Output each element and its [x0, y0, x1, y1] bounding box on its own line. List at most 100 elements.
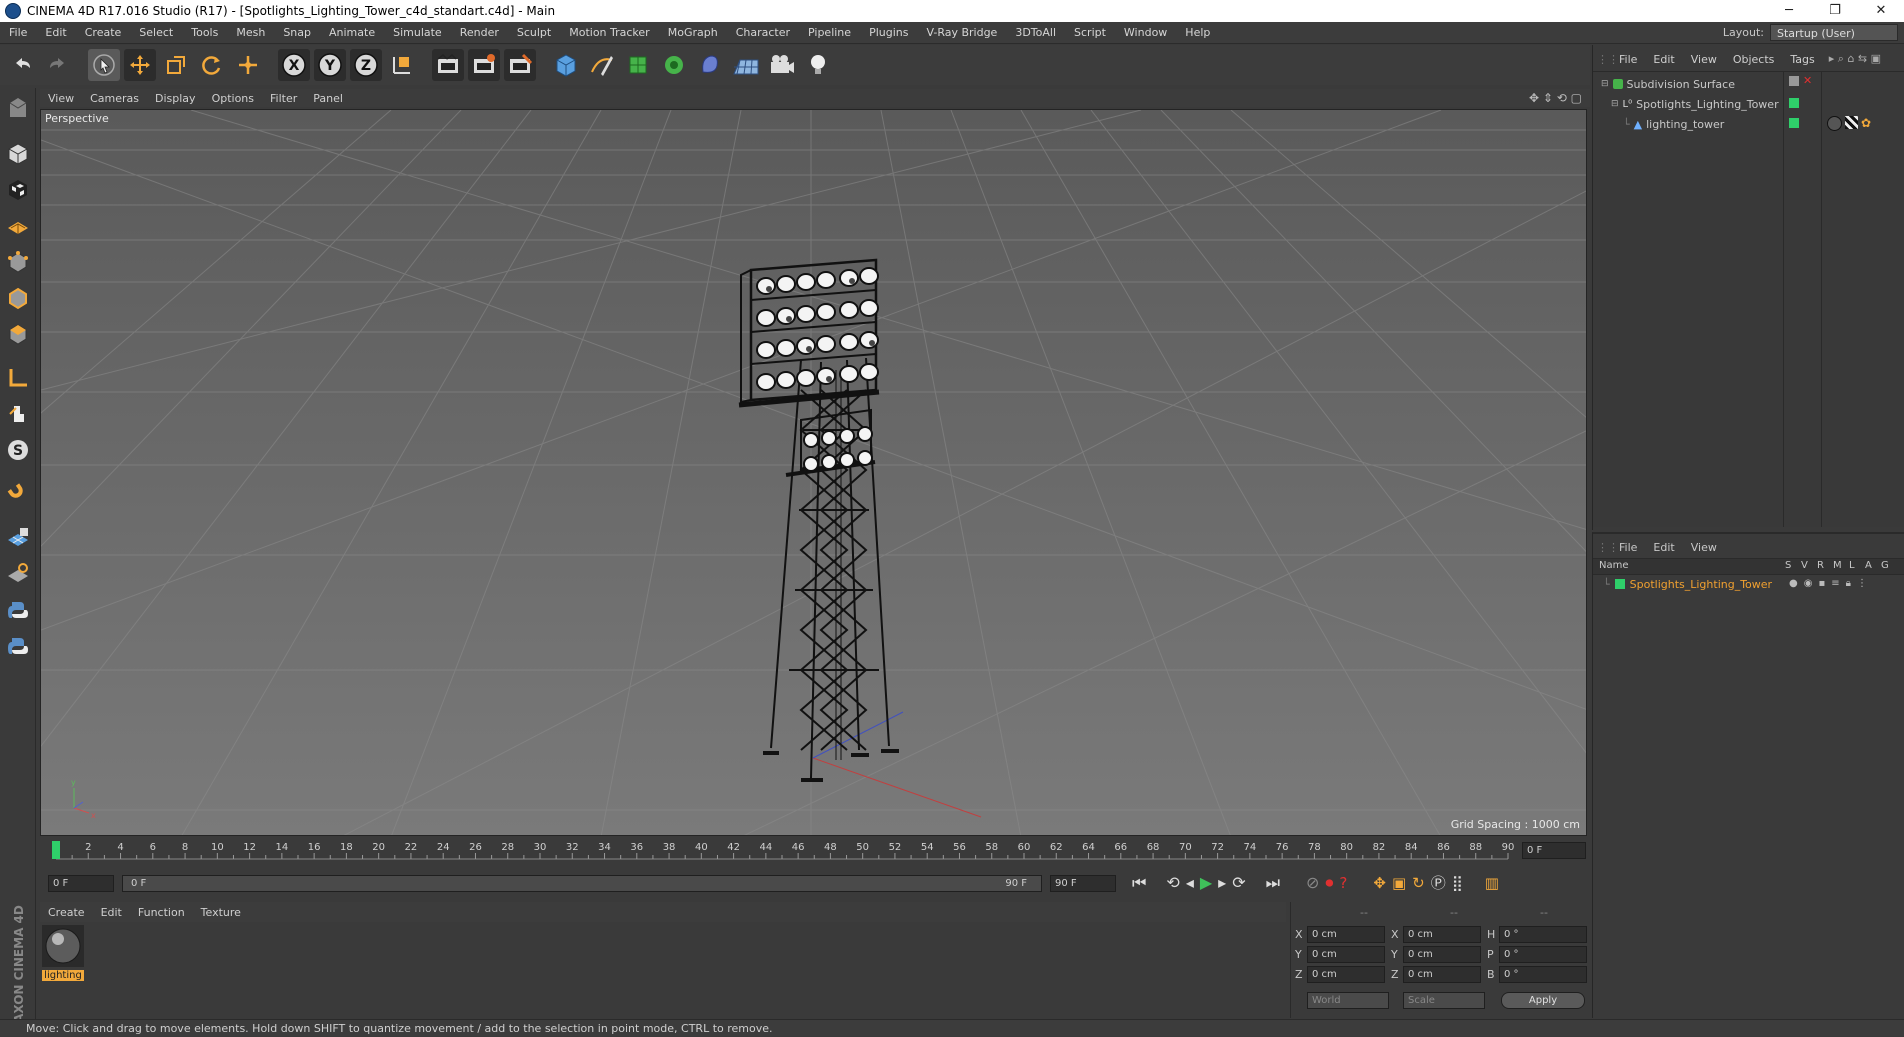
- transform-tool-icon[interactable]: [232, 49, 264, 81]
- undo-icon[interactable]: [6, 49, 38, 81]
- view-toggle-icon[interactable]: ◉: [1804, 578, 1813, 589]
- autokey-icon[interactable]: ⏺: [1325, 873, 1333, 893]
- viewport-navigation-icons[interactable]: ✥ ⇕ ⟲ ▢: [1529, 91, 1582, 105]
- coordinate-system-icon[interactable]: [386, 49, 418, 81]
- menu-create[interactable]: Create: [76, 26, 131, 39]
- attr-menu-file[interactable]: File: [1611, 541, 1645, 554]
- polygons-mode-icon[interactable]: [4, 320, 32, 348]
- menu-animate[interactable]: Animate: [320, 26, 384, 39]
- lock-toggle-icon[interactable]: 🔒︎: [1846, 578, 1851, 589]
- menu-pipeline[interactable]: Pipeline: [799, 26, 860, 39]
- menu-simulate[interactable]: Simulate: [384, 26, 451, 39]
- layer-row[interactable]: └ Spotlights_Lighting_Tower: [1603, 576, 1772, 592]
- objects-menu-tags[interactable]: Tags: [1782, 53, 1822, 66]
- menu-edit[interactable]: Edit: [36, 26, 75, 39]
- position-z-field[interactable]: 0 cm: [1307, 966, 1385, 983]
- visibility-dot-icon[interactable]: [1789, 98, 1799, 111]
- position-x-field[interactable]: 0 cm: [1307, 926, 1385, 943]
- keyframe-selection-icon[interactable]: ?: [1339, 874, 1347, 892]
- snapping-icon[interactable]: S: [4, 436, 32, 464]
- current-frame-field[interactable]: 0 F: [1522, 842, 1586, 859]
- menu-plugins[interactable]: Plugins: [860, 26, 917, 39]
- tweak-mode-icon[interactable]: [4, 400, 32, 428]
- object-manager-tools-icon[interactable]: ▸ ⌕ ⌂ ⇆ ▣: [1823, 52, 1881, 66]
- layout-dropdown[interactable]: Startup (User): [1770, 24, 1898, 41]
- move-tool-icon[interactable]: [124, 49, 156, 81]
- rotate-tool-icon[interactable]: [196, 49, 228, 81]
- floor-icon[interactable]: [730, 49, 762, 81]
- menu-window[interactable]: Window: [1115, 26, 1176, 39]
- material-menu-function[interactable]: Function: [130, 906, 193, 919]
- object-row-lighting-tower[interactable]: └ ▲ lighting_tower: [1623, 116, 1724, 132]
- key-scale-icon[interactable]: ▣: [1392, 874, 1406, 892]
- y-axis-lock-icon[interactable]: Y: [314, 49, 346, 81]
- menu-select[interactable]: Select: [130, 26, 182, 39]
- apply-button[interactable]: Apply: [1501, 992, 1585, 1009]
- workplane-mode-icon[interactable]: [4, 212, 32, 240]
- rotation-p-field[interactable]: 0 °: [1499, 946, 1587, 963]
- menu-help[interactable]: Help: [1176, 26, 1219, 39]
- material-tag-icon[interactable]: [1827, 116, 1842, 131]
- key-pla-icon[interactable]: ⣿: [1452, 874, 1463, 892]
- play-icon[interactable]: ▶: [1200, 873, 1212, 892]
- cloner-icon[interactable]: [658, 49, 690, 81]
- camera-icon[interactable]: [766, 49, 798, 81]
- viewport-menu-view[interactable]: View: [40, 92, 82, 105]
- render-to-picture-viewer-icon[interactable]: [468, 49, 500, 81]
- redo-icon[interactable]: [42, 49, 74, 81]
- size-mode-dropdown[interactable]: Scale: [1403, 992, 1485, 1009]
- material-menu-edit[interactable]: Edit: [93, 906, 130, 919]
- material-lighting[interactable]: lighting: [42, 925, 84, 985]
- render-view-icon[interactable]: [432, 49, 464, 81]
- frame-range-slider[interactable]: 0 F 90 F: [122, 875, 1042, 892]
- menu-mesh[interactable]: Mesh: [227, 26, 274, 39]
- menu-3dtoall[interactable]: 3DToAll: [1006, 26, 1065, 39]
- restore-button[interactable]: ❐: [1812, 0, 1858, 22]
- perspective-viewport[interactable]: y x Perspective Grid Spacing : 1000 cm: [40, 109, 1587, 836]
- menu-tools[interactable]: Tools: [182, 26, 227, 39]
- previous-keyframe-icon[interactable]: ⟲: [1166, 873, 1179, 892]
- objects-menu-file[interactable]: File: [1611, 53, 1645, 66]
- subdivision-surface-icon[interactable]: [622, 49, 654, 81]
- material-menu-texture[interactable]: Texture: [193, 906, 249, 919]
- visibility-dot-icon[interactable]: [1789, 118, 1799, 131]
- record-keys-icon[interactable]: ⊘: [1306, 873, 1319, 892]
- viewport-menu-display[interactable]: Display: [147, 92, 204, 105]
- minimize-button[interactable]: ─: [1766, 0, 1812, 22]
- key-rotation-icon[interactable]: ↻: [1412, 874, 1425, 892]
- cube-primitive-icon[interactable]: [550, 49, 582, 81]
- menu-script[interactable]: Script: [1065, 26, 1115, 39]
- viewport-menu-panel[interactable]: Panel: [305, 92, 351, 105]
- texture-tag-icon[interactable]: [1845, 116, 1858, 129]
- texture-mode-icon[interactable]: [4, 176, 32, 204]
- points-mode-icon[interactable]: [4, 248, 32, 276]
- end-frame-field[interactable]: 90 F: [1050, 875, 1116, 892]
- edit-toggle-icon[interactable]: [1789, 76, 1799, 86]
- grid-lock-icon[interactable]: [4, 524, 32, 552]
- viewport-menu-filter[interactable]: Filter: [262, 92, 305, 105]
- viewport-menu-options[interactable]: Options: [204, 92, 262, 105]
- start-frame-field[interactable]: 0 F: [48, 875, 114, 892]
- deformer-icon[interactable]: [694, 49, 726, 81]
- timeline-ruler[interactable]: 0246810121416182022242628303234363840424…: [40, 838, 1590, 862]
- menu-character[interactable]: Character: [727, 26, 799, 39]
- menu-sculpt[interactable]: Sculpt: [508, 26, 560, 39]
- menu-vray-bridge[interactable]: V-Ray Bridge: [917, 26, 1006, 39]
- viewport-menu-cameras[interactable]: Cameras: [82, 92, 147, 105]
- edit-render-settings-icon[interactable]: [504, 49, 536, 81]
- generator-toggle-icon[interactable]: ⋮: [1857, 578, 1867, 589]
- menu-motion-tracker[interactable]: Motion Tracker: [560, 26, 658, 39]
- workplane-lock-icon[interactable]: [4, 560, 32, 588]
- solo-toggle-icon[interactable]: ●: [1789, 578, 1798, 589]
- attr-menu-view[interactable]: View: [1683, 541, 1725, 554]
- coordinate-mode-dropdown[interactable]: World: [1307, 992, 1389, 1009]
- menu-file[interactable]: File: [0, 26, 36, 39]
- light-icon[interactable]: [802, 49, 834, 81]
- render-toggle-icon[interactable]: ▪: [1818, 578, 1825, 589]
- python-script-icon[interactable]: [4, 596, 32, 624]
- close-button[interactable]: ✕: [1858, 0, 1904, 22]
- object-row-subdivision-surface[interactable]: ⊟ Subdivision Surface: [1601, 76, 1735, 92]
- model-mode-icon[interactable]: [4, 140, 32, 168]
- previous-frame-icon[interactable]: ◂: [1186, 873, 1194, 892]
- x-axis-lock-icon[interactable]: X: [278, 49, 310, 81]
